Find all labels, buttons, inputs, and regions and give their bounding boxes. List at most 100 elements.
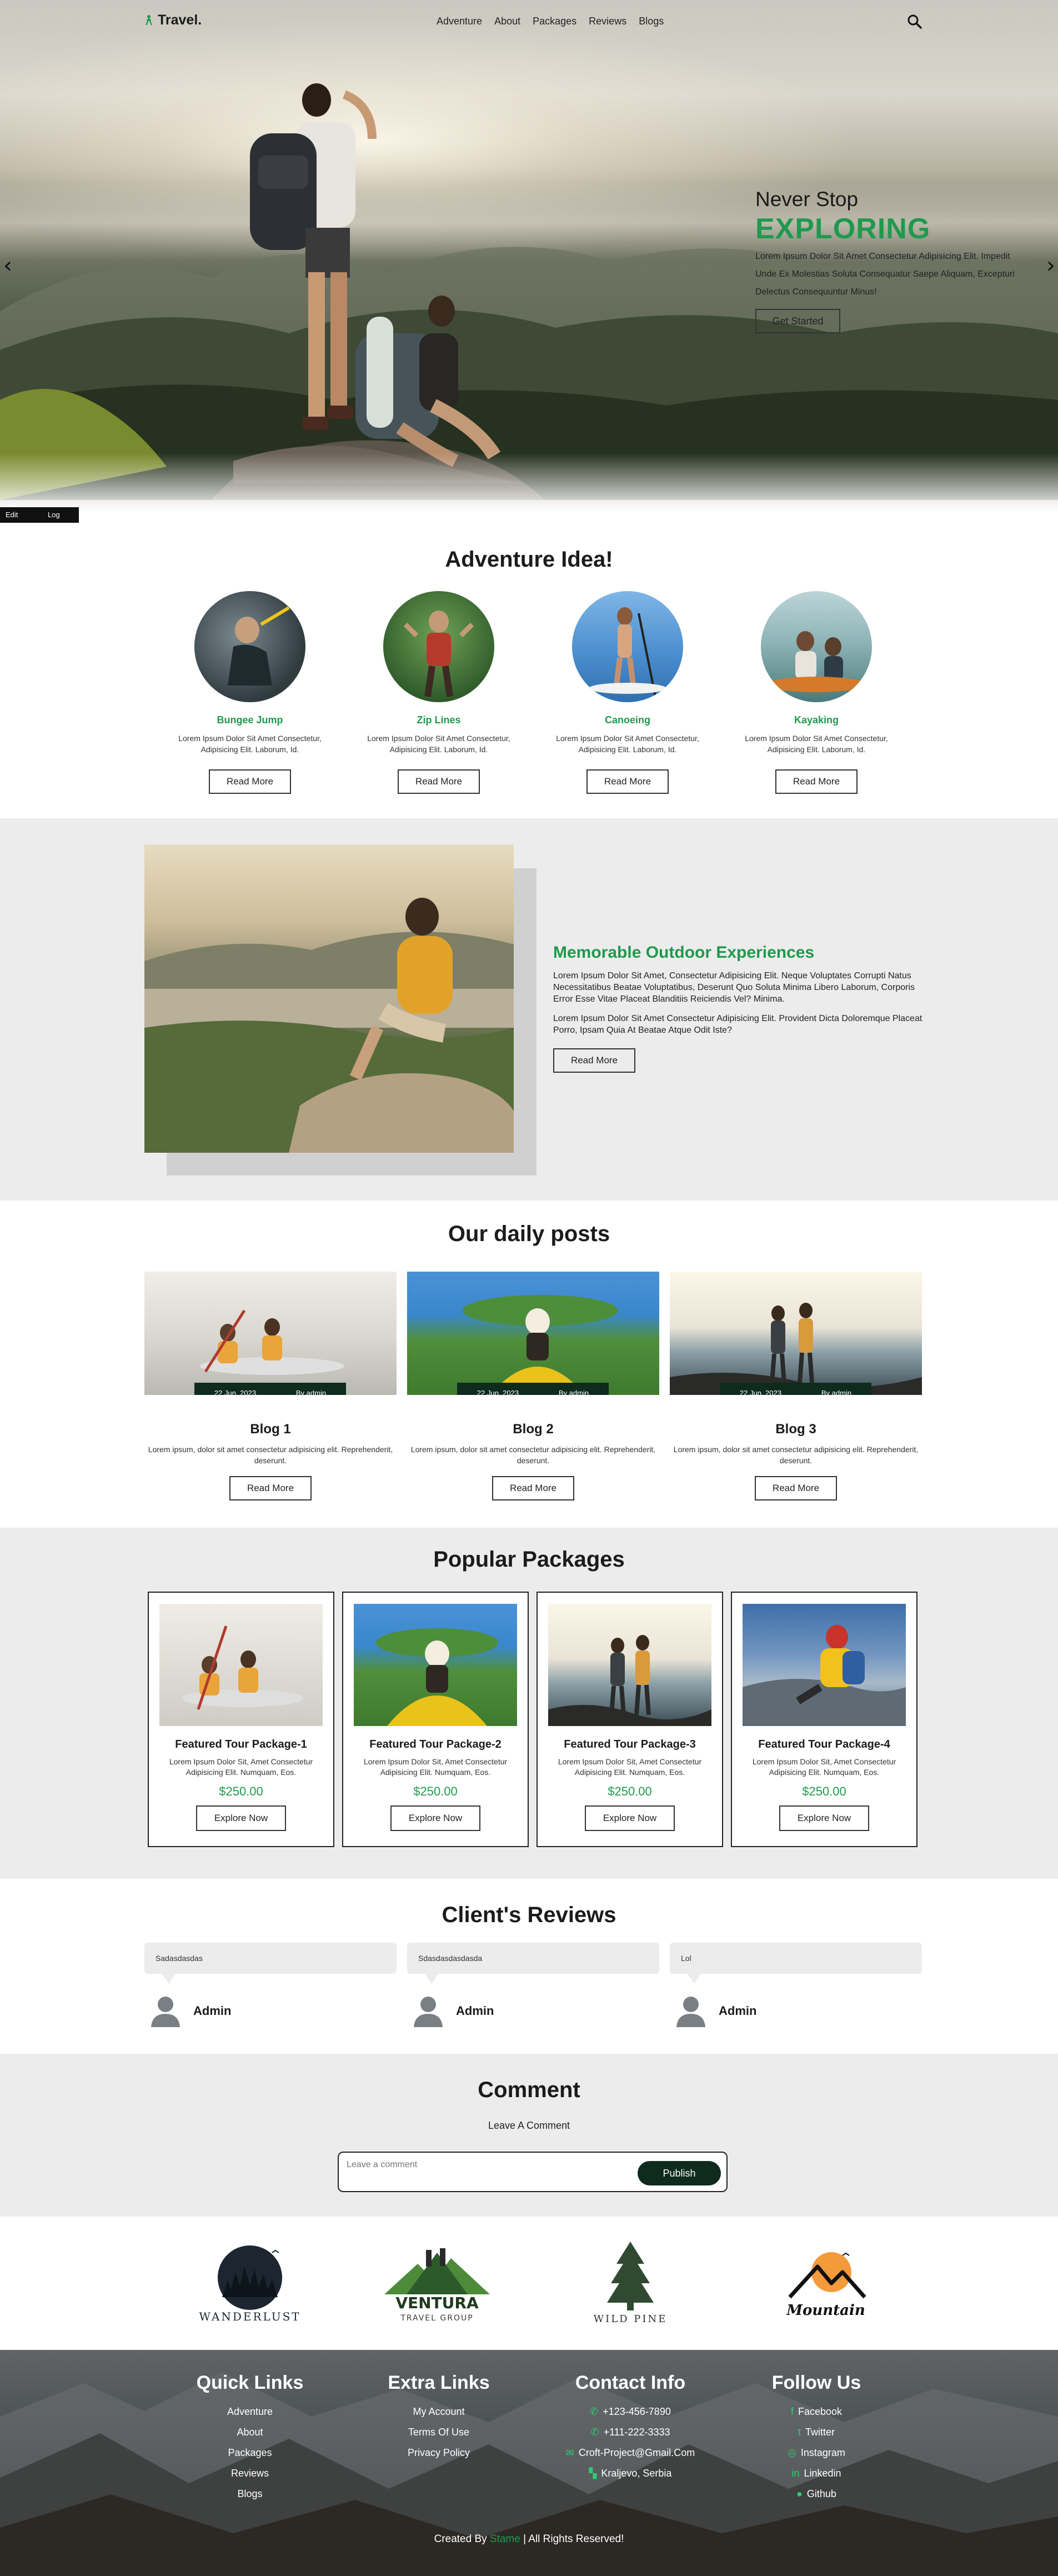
nav-link-about[interactable]: About (494, 16, 520, 27)
ventura-wordmark: VENTURA (395, 2294, 479, 2312)
comment-input[interactable] (347, 2158, 624, 2172)
search-icon[interactable] (906, 13, 923, 30)
post-author: By admin (295, 1388, 327, 1395)
footer-link-blogs[interactable]: Blogs (189, 2484, 311, 2504)
review-text: Sdasdasdasdasda (407, 1943, 659, 1984)
publish-button[interactable]: Publish (638, 2161, 721, 2185)
hero-description: Lorem Ipsum Dolor Sit Amet Consectetur A… (755, 252, 1015, 297)
wanderlust-wordmark: WANDERLUST (199, 2310, 300, 2323)
read-more-button[interactable]: Read More (209, 769, 291, 794)
hero-heading-line1: Never Stop (755, 188, 859, 211)
package-image (159, 1604, 323, 1726)
hiker-logo-icon (146, 15, 153, 26)
package-title: Featured Tour Package-2 (369, 1738, 502, 1750)
nav-link-reviews[interactable]: Reviews (589, 16, 626, 27)
package-price: $250.00 (802, 1784, 846, 1798)
blog-image: 22 Jun, 2023 By admin (670, 1272, 922, 1395)
idea-image-bungee (194, 591, 305, 702)
github-icon: ● (796, 2488, 803, 2499)
package-image (743, 1604, 906, 1726)
package-price: $250.00 (413, 1784, 458, 1798)
read-more-button[interactable]: Read More (229, 1476, 312, 1500)
ideas-title: Adventure Idea! (445, 547, 613, 572)
get-started-button[interactable]: Get Started (755, 309, 840, 333)
idea-image-zipline (383, 591, 494, 702)
hero-bottom-fade (0, 453, 1058, 525)
footer-link-about[interactable]: About (189, 2422, 311, 2443)
nav-menu: Adventure About Packages Reviews Blogs (437, 16, 664, 27)
blog-meta: 22 Jun, 2023 By admin (194, 1383, 346, 1395)
footer-link-adventure[interactable]: Adventure (189, 2402, 311, 2422)
social-facebook[interactable]: f Facebook (761, 2402, 872, 2422)
idea-description: Lorem Ipsum Dolor Sit Amet Consectetur, … (367, 734, 510, 754)
nav-link-blogs[interactable]: Blogs (639, 16, 664, 27)
explore-now-button[interactable]: Explore Now (779, 1805, 869, 1831)
footer-heading: Contact Info (575, 2372, 686, 2393)
package-title: Featured Tour Package-3 (564, 1738, 696, 1750)
idea-name: Zip Lines (417, 714, 461, 726)
edit-page-link[interactable]: Edit Page (0, 507, 42, 523)
nav-link-adventure[interactable]: Adventure (437, 16, 482, 27)
slider-prev-arrow[interactable]: ‹ (3, 253, 12, 278)
idea-image-canoeing (572, 591, 683, 702)
blog-meta: 22 Jun, 2023 By admin (720, 1383, 871, 1395)
contact-email[interactable]: ✉ Croft-Project@Gmail.Com (550, 2443, 711, 2463)
read-more-button[interactable]: Read More (398, 769, 480, 794)
post-date: 22 Jun, 2023 (477, 1388, 519, 1395)
read-more-button[interactable]: Read More (586, 769, 669, 794)
contact-phone-1: ✆ +123-456-7890 (590, 2406, 671, 2417)
post-excerpt: Lorem ipsum, dolor sit amet consectetur … (148, 1445, 393, 1465)
package-description: Lorem Ipsum Dolor Sit, Amet Consectetur … (752, 1757, 896, 1777)
footer-link-reviews[interactable]: Reviews (189, 2463, 311, 2484)
social-github[interactable]: ● Github (761, 2484, 872, 2504)
logout-link[interactable]: Log Out (42, 507, 79, 523)
post-title[interactable]: Blog 3 (670, 1422, 922, 1437)
package-price: $250.00 (608, 1784, 652, 1798)
memorable-image (144, 844, 514, 1153)
footer-quick-links: Quick Links Adventure About Packages Rev… (189, 2372, 311, 2504)
review-card: Sdasdasdasdasda Admin (407, 1943, 659, 2027)
footer-extra-links: Extra Links My Account Terms Of Use Priv… (383, 2372, 494, 2463)
slider-next-arrow[interactable]: › (1046, 253, 1055, 278)
blog-post: 22 Jun, 2023 By admin Blog 3 Lorem ipsum,… (670, 1272, 922, 1500)
review-user: Admin (144, 1995, 397, 2027)
phone-icon: ✆ (590, 2427, 599, 2438)
credit-author-link[interactable]: Stame (490, 2533, 520, 2545)
nav-link-packages[interactable]: Packages (533, 16, 576, 27)
idea-name: Canoeing (604, 714, 650, 726)
package-image (354, 1604, 517, 1726)
admin-bar: Edit Page Log Out (0, 507, 79, 523)
footer-link-packages[interactable]: Packages (189, 2443, 311, 2463)
explore-now-button[interactable]: Explore Now (390, 1805, 480, 1831)
read-more-button[interactable]: Read More (492, 1476, 574, 1500)
contact-phone-2: ✆ +111-222-3333 (590, 2427, 670, 2438)
mountain-wordmark: Mountain (786, 2302, 865, 2319)
footer-link-my-account[interactable]: My Account (383, 2402, 494, 2422)
footer-contact-info: Contact Info ✆ +123-456-7890 ✆ +111-222-33… (550, 2372, 711, 2484)
idea-card: Canoeing Lorem Ipsum Dolor Sit Amet Cons… (544, 591, 711, 794)
footer-link-privacy[interactable]: Privacy Policy (383, 2443, 494, 2463)
logo[interactable]: Travel. (143, 12, 202, 28)
package-description: Lorem Ipsum Dolor Sit, Amet Consectetur … (363, 1757, 508, 1777)
comment-subtitle: Leave A Comment (488, 2120, 570, 2131)
explore-now-button[interactable]: Explore Now (196, 1805, 286, 1831)
read-more-button[interactable]: Read More (553, 1048, 635, 1073)
idea-image-kayaking (761, 591, 872, 702)
map-icon: ▚ (589, 2468, 597, 2479)
user-avatar-icon (151, 1997, 180, 2027)
read-more-button[interactable]: Read More (755, 1476, 837, 1500)
packages-title: Popular Packages (433, 1547, 625, 1572)
social-twitter[interactable]: t Twitter (761, 2422, 872, 2443)
social-linkedin[interactable]: in Linkedin (761, 2463, 872, 2484)
hikers-illustration (233, 83, 522, 483)
review-username: Admin (719, 2004, 757, 2018)
partner-logo-ventura: VENTURA TRAVEL GROUP (370, 2239, 504, 2328)
post-date: 22 Jun, 2023 (739, 1388, 782, 1395)
footer-link-terms[interactable]: Terms Of Use (383, 2422, 494, 2443)
explore-now-button[interactable]: Explore Now (585, 1805, 675, 1831)
post-title[interactable]: Blog 2 (407, 1422, 659, 1437)
social-instagram[interactable]: ◎ Instagram (761, 2443, 872, 2463)
read-more-button[interactable]: Read More (775, 769, 858, 794)
post-title[interactable]: Blog 1 (144, 1422, 397, 1437)
contact-address: ▚ Kraljevo, Serbia (589, 2468, 672, 2479)
